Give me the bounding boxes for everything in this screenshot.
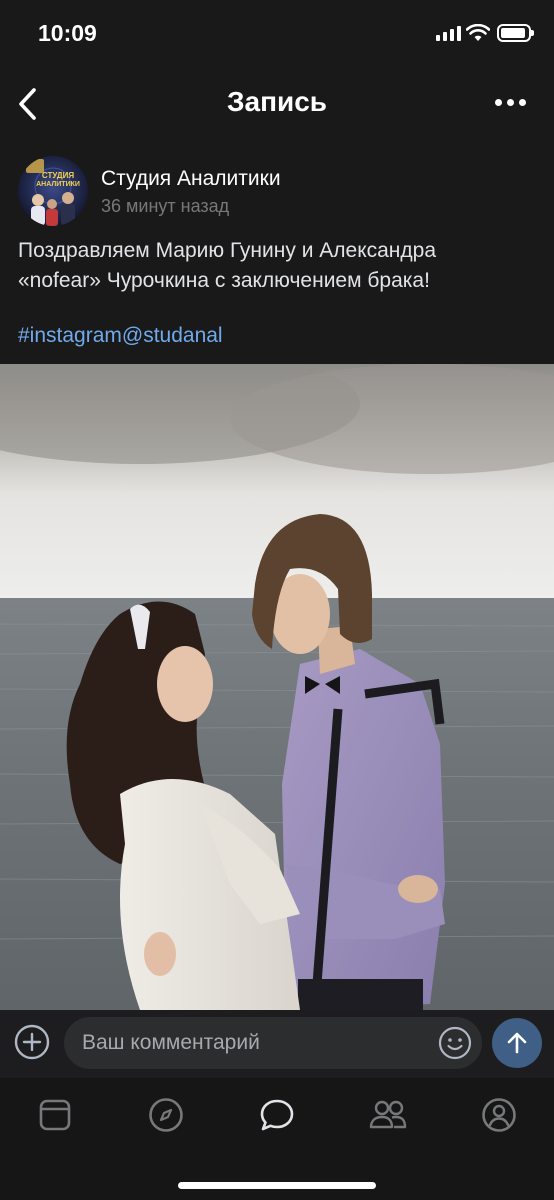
post-timestamp: 36 минут назад xyxy=(101,196,230,216)
avatar-text-2: АНАЛИТИКИ xyxy=(36,181,80,188)
compass-icon xyxy=(149,1098,183,1132)
comment-input[interactable] xyxy=(64,1017,482,1069)
tab-discover[interactable] xyxy=(144,1093,188,1137)
tab-profile[interactable] xyxy=(477,1093,521,1137)
avatar-text-1: СТУДИЯ xyxy=(42,171,74,180)
emoji-icon[interactable] xyxy=(438,1026,472,1060)
post-photo[interactable] xyxy=(0,364,554,1010)
messages-icon xyxy=(260,1099,294,1131)
status-bar: 10:09 xyxy=(0,0,554,66)
page-title: Запись xyxy=(226,86,328,117)
post-text: Поздравляем Марию Гунину и Александра «n… xyxy=(18,236,538,296)
avatar-image: СТУДИЯ АНАЛИТИКИ xyxy=(18,156,88,226)
author-name[interactable]: Студия Аналитики xyxy=(101,167,281,191)
profile-icon xyxy=(482,1098,516,1132)
post-text-line-1: Поздравляем Марию Гунину и Александра xyxy=(18,239,437,262)
home-indicator[interactable] xyxy=(178,1182,376,1189)
tab-newsfeed[interactable] xyxy=(33,1093,77,1137)
hashtag-link[interactable]: #instagram@studanal xyxy=(18,324,223,348)
avatar[interactable]: СТУДИЯ АНАЛИТИКИ xyxy=(18,156,88,226)
wifi-icon xyxy=(466,24,490,41)
navigation-bar: Запись xyxy=(0,66,554,142)
battery-icon xyxy=(497,24,534,42)
arrow-up-icon xyxy=(507,1032,527,1054)
tab-messages[interactable] xyxy=(255,1093,299,1137)
add-attachment-icon[interactable] xyxy=(14,1024,50,1060)
clock: 10:09 xyxy=(38,20,97,46)
post-header: СТУДИЯ АНАЛИТИКИ Студия Аналитики 36 мин… xyxy=(18,156,538,228)
wedding-photo-image xyxy=(0,364,554,1010)
post-text-line-2: «nofear» Чурочкина с заключением брака! xyxy=(18,269,430,292)
newsfeed-icon xyxy=(39,1099,71,1131)
tab-friends[interactable] xyxy=(366,1093,410,1137)
cellular-signal-icon xyxy=(436,26,461,41)
comment-bar xyxy=(0,1010,554,1078)
friends-icon xyxy=(369,1100,407,1129)
more-options-icon[interactable] xyxy=(490,92,530,112)
send-button[interactable] xyxy=(492,1018,542,1068)
